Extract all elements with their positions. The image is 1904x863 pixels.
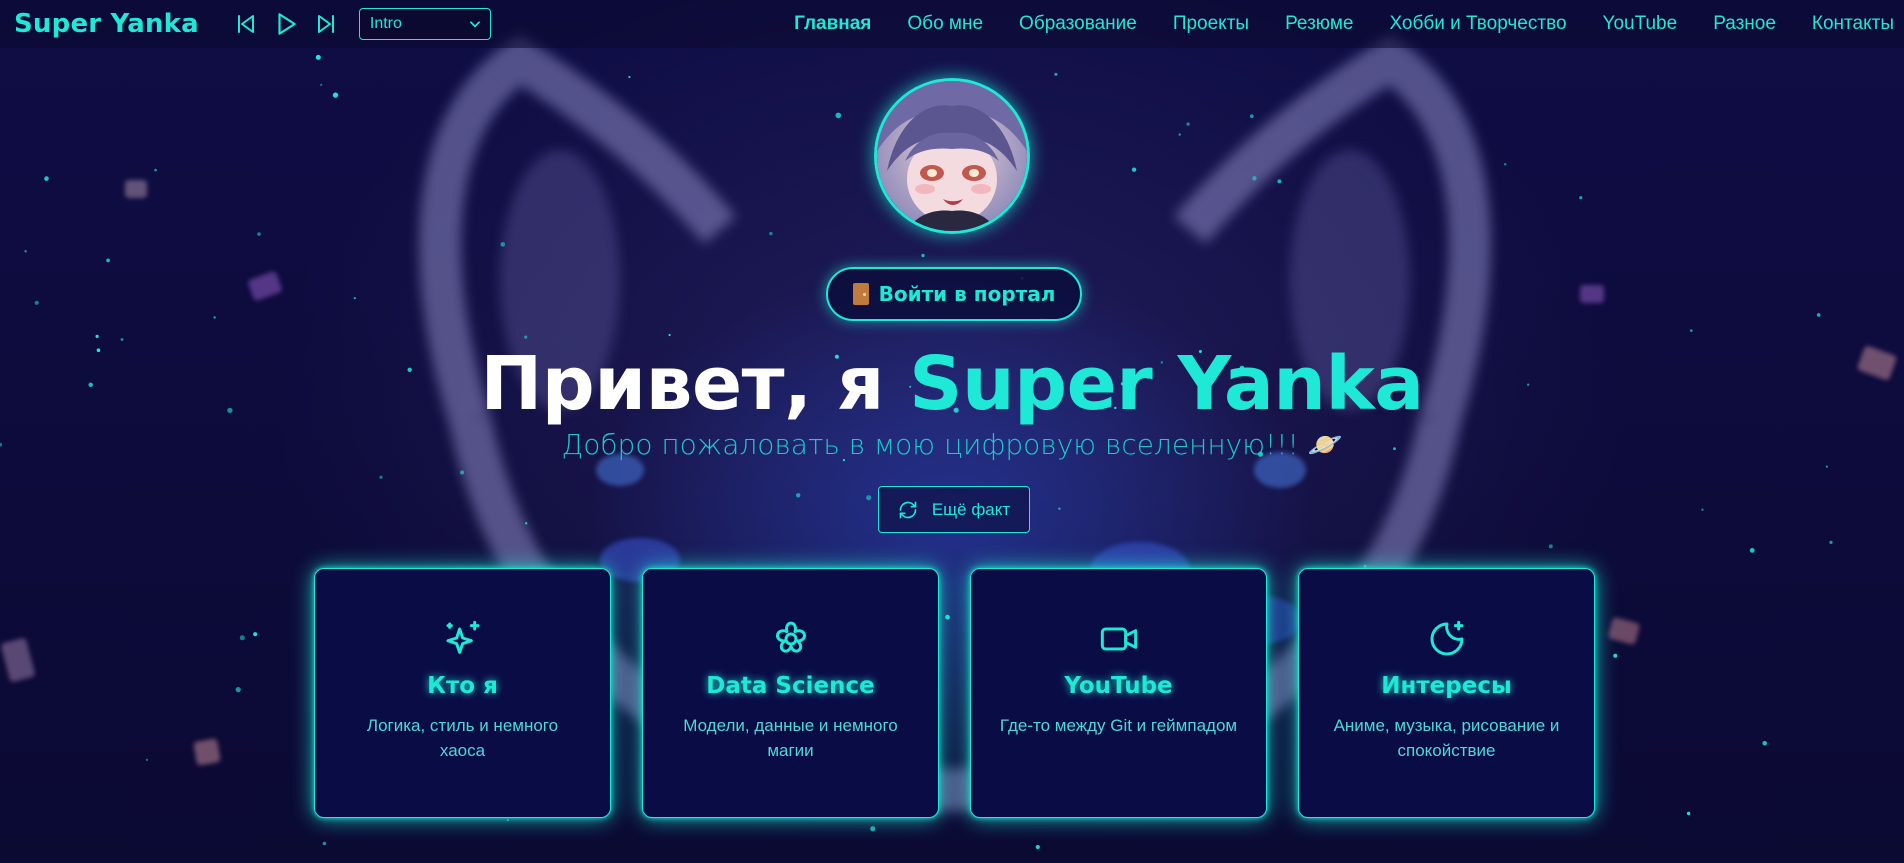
card-description: Аниме, музыка, рисование и спокойствие: [1333, 716, 1560, 760]
play-icon[interactable]: [271, 9, 301, 39]
star: [235, 687, 241, 693]
flower-icon: [775, 621, 806, 653]
star: [1613, 653, 1618, 658]
star: [257, 232, 261, 236]
star: [213, 316, 216, 319]
star: [1249, 114, 1254, 119]
star: [1548, 544, 1553, 549]
star: [106, 258, 110, 263]
star: [322, 841, 327, 846]
page: Super Yanka Intro Главная Обо мне Образо…: [0, 0, 1904, 863]
nav-item-hobbies[interactable]: Хобби и Творчество: [1389, 13, 1566, 35]
card-youtube[interactable]: YouTube Где-то между Git и геймпадом: [970, 568, 1267, 818]
star: [870, 826, 876, 832]
star: [1689, 329, 1693, 332]
refresh-icon: [899, 501, 917, 518]
star: [921, 253, 925, 258]
more-fact-button-label: Ещё факт: [931, 499, 1011, 519]
star: [379, 475, 383, 479]
star: [154, 168, 157, 172]
star: [796, 493, 801, 498]
star: [1277, 179, 1282, 184]
star: [44, 176, 49, 181]
sparkles-icon: [446, 620, 479, 654]
star: [1503, 163, 1507, 166]
hero-title-prefix: Привет, я: [480, 341, 910, 427]
star: [1829, 540, 1833, 545]
main-nav: Главная Обо мне Образование Проекты Резю…: [794, 13, 1894, 35]
nav-item-projects[interactable]: Проекты: [1173, 13, 1249, 35]
card-title: YouTube: [1064, 673, 1173, 699]
star: [1054, 72, 1058, 76]
star: [1701, 508, 1704, 511]
nav-item-home[interactable]: Главная: [794, 13, 871, 35]
hero-subtitle: Добро пожаловать в мою цифровую вселенну…: [561, 428, 1343, 461]
star: [24, 250, 27, 253]
star: [628, 75, 631, 79]
card-description: Логика, стиль и немного хаоса: [366, 716, 559, 760]
star: [332, 92, 339, 98]
star: [1816, 313, 1821, 317]
avatar: [874, 78, 1030, 234]
feature-cards: Кто я Логика, стиль и немного хаоса Data…: [314, 568, 1595, 818]
star: [835, 112, 842, 119]
card-who-am-i[interactable]: Кто я Логика, стиль и немного хаоса: [314, 568, 611, 818]
star: [1178, 133, 1181, 136]
card-title: Кто я: [427, 673, 498, 699]
nav-item-contacts[interactable]: Контакты: [1812, 13, 1894, 35]
video-icon: [1100, 627, 1137, 651]
star: [353, 297, 356, 300]
card-interests[interactable]: Интересы Аниме, музыка, рисование и спок…: [1298, 568, 1595, 818]
star: [500, 242, 506, 247]
track-select-value: Intro: [369, 15, 402, 32]
star: [1825, 465, 1828, 468]
card-data-science[interactable]: Data Science Модели, данные и немного ма…: [642, 568, 939, 818]
portal-button[interactable]: Войти в портал: [826, 267, 1082, 321]
more-fact-button[interactable]: Ещё факт: [878, 486, 1030, 533]
star: [34, 300, 39, 305]
hero-title: Привет, я Super Yanka: [0, 336, 1904, 432]
star: [1749, 548, 1755, 553]
card-description: Модели, данные и немного магии: [683, 716, 898, 760]
music-player: Intro: [231, 8, 491, 40]
star: [769, 231, 773, 236]
card-title: Интересы: [1381, 673, 1512, 699]
star: [145, 758, 148, 762]
nav-item-education[interactable]: Образование: [1019, 13, 1137, 35]
star: [1186, 122, 1190, 126]
chevron-down-icon: [469, 21, 480, 28]
star: [460, 470, 465, 475]
star: [1252, 176, 1257, 181]
hero-title-accent: Super Yanka: [909, 341, 1424, 427]
nav-item-about[interactable]: Обо мне: [907, 13, 983, 35]
star: [1058, 507, 1061, 510]
star: [1131, 167, 1137, 172]
nav-item-youtube[interactable]: YouTube: [1603, 13, 1678, 35]
brand-logo[interactable]: Super Yanka: [14, 9, 199, 39]
star: [320, 83, 323, 86]
skip-forward-icon[interactable]: [311, 9, 341, 39]
star: [866, 495, 872, 501]
track-select[interactable]: Intro: [358, 8, 491, 40]
star: [1035, 844, 1040, 850]
star: [1579, 196, 1583, 200]
star: [253, 632, 258, 637]
nav-item-resume[interactable]: Резюме: [1285, 13, 1353, 35]
top-navbar: Super Yanka Intro Главная Обо мне Образо…: [0, 0, 1904, 48]
nav-item-misc[interactable]: Разное: [1713, 13, 1776, 35]
moon-star-icon: [1430, 620, 1463, 656]
portal-button-label: Войти в портал: [878, 282, 1056, 306]
skip-back-icon[interactable]: [231, 9, 261, 39]
star: [315, 54, 321, 60]
card-title: Data Science: [706, 673, 875, 699]
door-icon: [852, 283, 869, 305]
star: [525, 522, 528, 525]
card-description: Где-то между Git и геймпадом: [999, 716, 1238, 735]
star: [239, 635, 245, 641]
star: [506, 819, 509, 822]
star: [1762, 741, 1767, 746]
star: [1686, 811, 1691, 816]
